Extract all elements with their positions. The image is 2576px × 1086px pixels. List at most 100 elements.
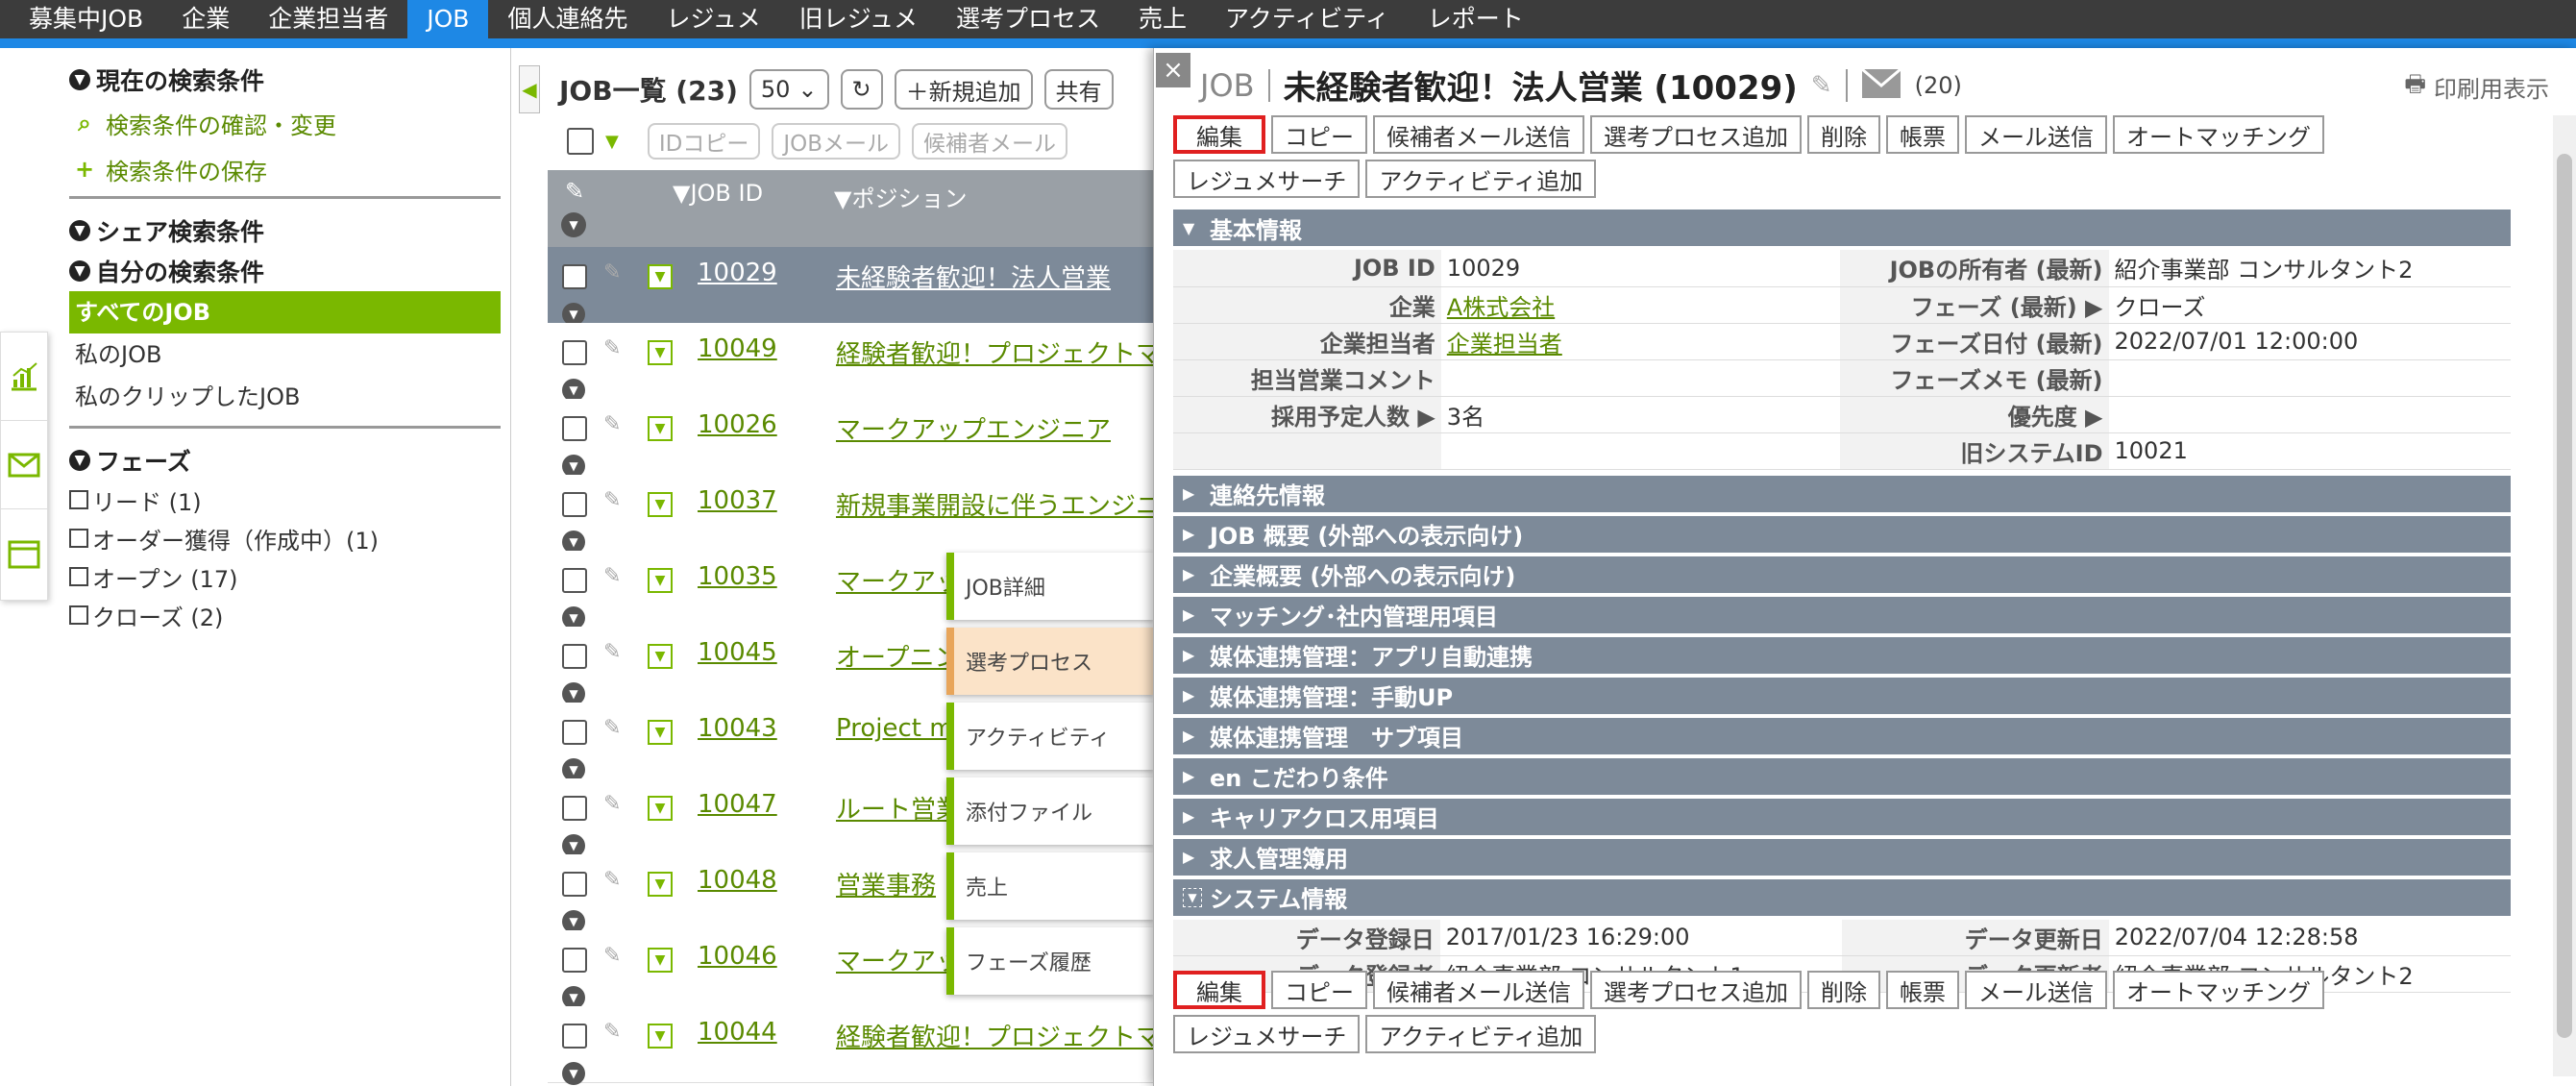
job-id-link[interactable]: 10035 [698, 562, 777, 591]
save-search-link[interactable]: + 検索条件の保存 [69, 146, 501, 192]
phase-filter-open[interactable]: オープン (17) [69, 557, 501, 596]
phase-heading[interactable]: ▼ フェーズ [69, 440, 501, 481]
current-search-heading[interactable]: ▼ 現在の検索条件 [69, 60, 501, 100]
chart-icon[interactable] [1, 333, 47, 421]
position-link[interactable]: ルート営業 [836, 790, 961, 826]
collapsed-section[interactable]: ▶ 媒体連携管理：アプリ自動連携 [1173, 636, 2511, 674]
pin-icon[interactable]: ✎ [603, 868, 621, 892]
collapsed-section[interactable]: ▶ 企業概要 (外部への表示向け) [1173, 555, 2511, 593]
toolbar-button[interactable]: コピー [1271, 115, 1367, 154]
detail-tab[interactable]: アクティビティ [946, 703, 1153, 770]
job-id-link[interactable]: 10049 [698, 334, 777, 363]
toolbar-button[interactable]: メール送信 [1965, 971, 2107, 1009]
row-checkbox[interactable] [562, 796, 587, 821]
pin-icon[interactable]: ✎ [603, 640, 621, 664]
row-menu-icon[interactable]: ▼ [648, 416, 673, 441]
nav-item[interactable]: 選考プロセス [937, 0, 1119, 38]
field-link[interactable]: 企業担当者 [1447, 331, 1562, 358]
job-id-link[interactable]: 10026 [698, 410, 777, 439]
scrollbar[interactable] [2553, 115, 2576, 1076]
row-menu-icon[interactable]: ▼ [648, 872, 673, 897]
toolbar-button[interactable]: アクティビティ追加 [1365, 1015, 1597, 1053]
row-checkbox[interactable] [562, 644, 587, 669]
nav-item[interactable]: 企業担当者 [249, 0, 407, 38]
detail-tab[interactable]: 選考プロセス [946, 628, 1153, 695]
per-page-select[interactable]: 50 ⌄ [748, 69, 829, 110]
phase-filter-closed[interactable]: クローズ (2) [69, 596, 501, 634]
id-copy-button[interactable]: IDコピー [647, 123, 761, 160]
row-checkbox[interactable] [562, 264, 587, 289]
chevron-down-icon[interactable]: ▼ [561, 212, 586, 237]
nav-item[interactable]: アクティビティ [1206, 0, 1409, 38]
row-menu-icon[interactable]: ▼ [648, 720, 673, 745]
scrollbar-thumb[interactable] [2557, 154, 2572, 1038]
toolbar-button[interactable]: 帳票 [1886, 115, 1959, 154]
detail-tab[interactable]: 売上 [946, 852, 1153, 920]
collapsed-section[interactable]: ▶ 媒体連携管理 サブ項目 [1173, 717, 2511, 754]
toolbar-button[interactable]: 候補者メール送信 [1373, 971, 1584, 1009]
detail-tab[interactable]: 添付ファイル [946, 777, 1153, 845]
collapsed-section[interactable]: ▶ 連絡先情報 [1173, 475, 2511, 512]
toolbar-button[interactable]: 削除 [1807, 971, 1880, 1009]
calendar-icon[interactable] [1, 509, 47, 598]
share-button[interactable]: 共有 [1043, 69, 1114, 110]
checkbox[interactable] [69, 605, 88, 625]
pin-icon[interactable]: ✎ [603, 1020, 621, 1044]
row-menu-icon[interactable]: ▼ [648, 568, 673, 593]
detail-tab[interactable]: JOB詳細 [946, 553, 1153, 620]
row-checkbox[interactable] [562, 720, 587, 745]
pin-icon[interactable]: ✎ [603, 944, 621, 968]
confirm-search-link[interactable]: ⌕ 検索条件の確認・変更 [69, 100, 501, 146]
pin-icon[interactable]: ✎ [603, 336, 621, 360]
position-link[interactable]: 営業事務 [836, 866, 936, 901]
nav-item[interactable]: 売上 [1119, 0, 1206, 38]
collapsed-section[interactable]: ▶ 求人管理簿用 [1173, 838, 2511, 876]
collapse-sidebar-button[interactable]: ◀ [519, 65, 540, 113]
edit-button[interactable]: 編集 [1173, 115, 1265, 154]
row-checkbox[interactable] [562, 492, 587, 517]
position-link[interactable]: 経験者歓迎！プロジェクトマ [836, 1018, 1161, 1053]
collapsed-section[interactable]: ▶ キャリアクロス用項目 [1173, 798, 2511, 835]
job-id-link[interactable]: 10045 [698, 638, 777, 667]
toolbar-button[interactable]: 選考プロセス追加 [1590, 115, 1802, 154]
column-position[interactable]: ▼ポジション [834, 180, 967, 213]
row-checkbox[interactable] [562, 872, 587, 897]
nav-item[interactable]: レポート [1409, 0, 1543, 38]
toolbar-button[interactable]: 帳票 [1886, 971, 1959, 1009]
checkbox[interactable] [69, 529, 88, 548]
row-menu-icon[interactable]: ▼ [648, 796, 673, 821]
row-menu-icon[interactable]: ▼ [648, 644, 673, 669]
pin-icon[interactable]: ✎ [603, 564, 621, 588]
nav-item[interactable]: 企業 [162, 0, 249, 38]
nav-item[interactable]: レジュメ [647, 0, 779, 38]
toolbar-button[interactable]: レジュメサーチ [1173, 160, 1361, 198]
pin-icon[interactable]: ✎ [603, 488, 621, 512]
add-new-button[interactable]: ＋新規追加 [894, 69, 1033, 110]
pin-column-icon[interactable]: ✎ [565, 178, 584, 205]
field-link[interactable]: A株式会社 [1447, 294, 1555, 321]
job-id-link[interactable]: 10044 [698, 1018, 777, 1047]
checkbox[interactable] [69, 567, 88, 586]
sidebar-item-my-jobs[interactable]: 私のJOB [69, 333, 501, 376]
job-id-link[interactable]: 10043 [698, 714, 777, 743]
job-id-link[interactable]: 10037 [698, 486, 777, 515]
row-checkbox[interactable] [562, 1024, 587, 1049]
refresh-button[interactable]: ↻ [840, 69, 883, 110]
collapsed-section[interactable]: ▶ 媒体連携管理：手動UP [1173, 677, 2511, 714]
pin-icon[interactable]: ✎ [603, 412, 621, 436]
toolbar-button[interactable]: オートマッチング [2113, 971, 2324, 1009]
my-search-heading[interactable]: ▼ 自分の検索条件 [69, 251, 501, 291]
job-id-link[interactable]: 10029 [698, 259, 777, 287]
nav-item[interactable]: JOB [407, 0, 489, 38]
phase-filter-order[interactable]: オーダー獲得（作成中）(1) [69, 519, 501, 557]
sidebar-item-all-jobs[interactable]: すべてのJOB [69, 291, 501, 333]
row-checkbox[interactable] [562, 948, 587, 973]
sidebar-item-clipped-jobs[interactable]: 私のクリップしたJOB [69, 376, 501, 418]
section-basic-info[interactable]: ▼ 基本情報 [1173, 210, 2511, 246]
row-menu-icon[interactable]: ▼ [648, 1024, 673, 1049]
table-row[interactable]: ✎ ▼ ▼ 10044 経験者歓迎！プロジェクトマ [548, 1006, 1163, 1085]
position-link[interactable]: 経験者歓迎！プロジェクトマ [836, 334, 1161, 370]
table-row[interactable]: ✎ ▼ ▼ 10037 新規事業開設に伴うエンジニ [548, 475, 1163, 554]
toolbar-button[interactable]: アクティビティ追加 [1365, 160, 1597, 198]
candidate-mail-button[interactable]: 候補者メール [912, 123, 1068, 160]
